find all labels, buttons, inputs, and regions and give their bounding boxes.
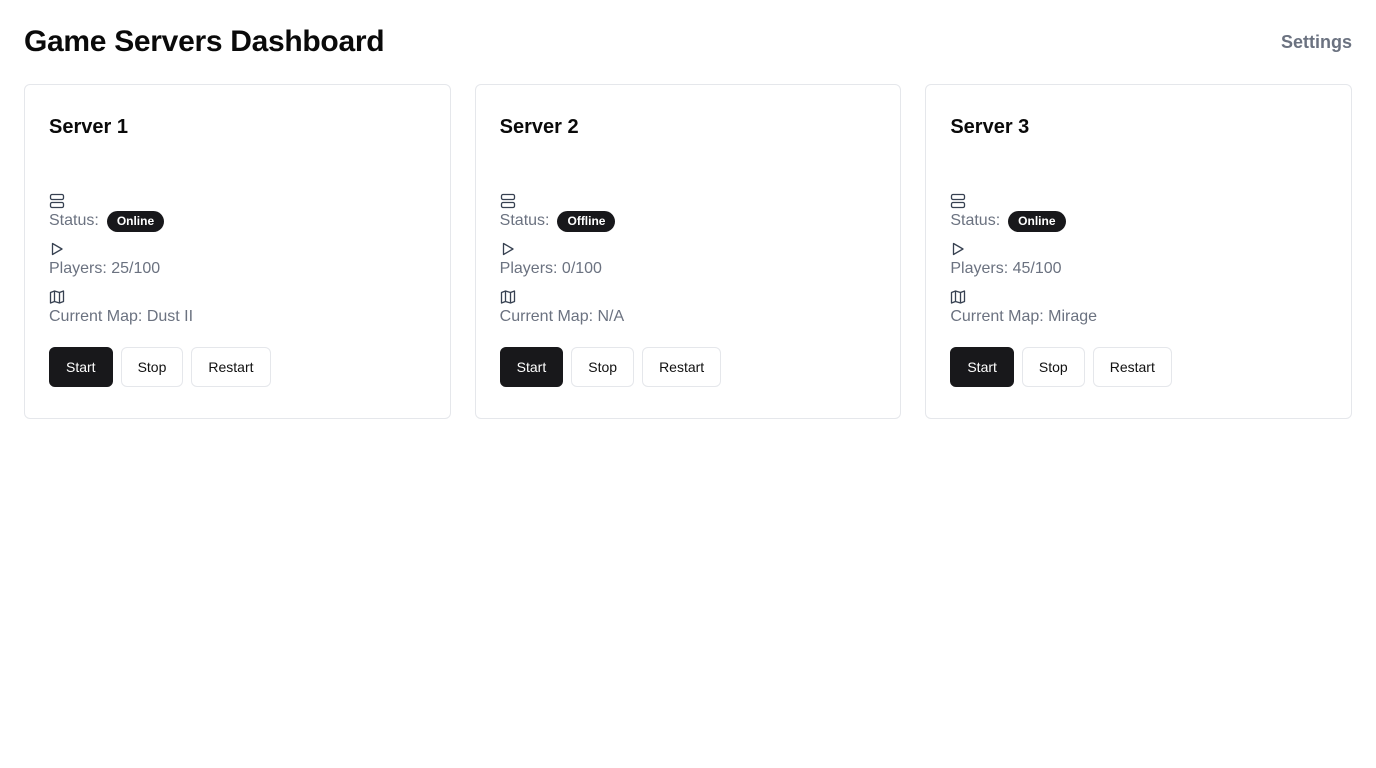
status-label: Status: [950,212,1001,229]
status-row: Status: Online [950,193,1327,233]
stop-button[interactable]: Stop [120,347,184,387]
server-cards: Server 1 Status: Online Players: 25/100 … [24,84,1353,419]
status-label: Status: [499,212,550,229]
action-buttons: Start Stop Restart [49,347,426,387]
status-row: Status: Online [49,193,426,233]
settings-link[interactable]: Settings [1281,32,1352,53]
map-text: Current Map: Dust II [49,308,194,325]
status-label: Status: [49,212,99,229]
action-buttons: Start Stop Restart [950,347,1327,387]
page-title: Game Servers Dashboard [24,25,385,58]
status-row: Status: Offline [500,193,877,233]
status-badge: Online [1008,210,1066,232]
map-icon [49,289,65,305]
start-button[interactable]: Start [499,347,564,387]
play-icon [49,241,65,257]
status-badge: Online [106,210,165,232]
players-text: Players: 45/100 [950,260,1062,277]
players-text: Players: 0/100 [499,260,602,277]
server-icon [49,193,65,209]
server-card: Server 1 Status: Online Players: 25/100 … [24,84,451,419]
players-text: Players: 25/100 [49,260,161,277]
map-row: Current Map: N/A [500,289,877,329]
map-text: Current Map: N/A [499,308,625,325]
players-row: Players: 25/100 [49,241,426,281]
map-text: Current Map: Mirage [950,308,1098,325]
start-button[interactable]: Start [49,347,113,387]
action-buttons: Start Stop Restart [499,347,877,387]
restart-button[interactable]: Restart [642,347,722,387]
play-icon [950,241,966,257]
server-card: Server 2 Status: Offline Players: 0/100 … [474,84,902,419]
map-icon [500,289,516,305]
status-badge: Offline [557,210,616,232]
server-name: Server 1 [49,116,128,138]
map-row: Current Map: Mirage [950,289,1327,329]
players-row: Players: 45/100 [950,241,1327,281]
restart-button[interactable]: Restart [191,347,271,387]
start-button[interactable]: Start [950,347,1014,387]
server-name: Server 2 [499,116,579,138]
stop-button[interactable]: Stop [571,347,635,387]
server-icon [950,193,966,209]
map-row: Current Map: Dust II [49,289,426,329]
map-icon [950,289,966,305]
server-card: Server 3 Status: Online Players: 45/100 … [925,84,1353,419]
play-icon [500,241,516,257]
server-icon [500,193,516,209]
stop-button[interactable]: Stop [1021,347,1085,387]
server-name: Server 3 [950,116,1030,138]
restart-button[interactable]: Restart [1092,347,1172,387]
players-row: Players: 0/100 [500,241,877,281]
header: Game Servers Dashboard Settings [24,22,1352,62]
